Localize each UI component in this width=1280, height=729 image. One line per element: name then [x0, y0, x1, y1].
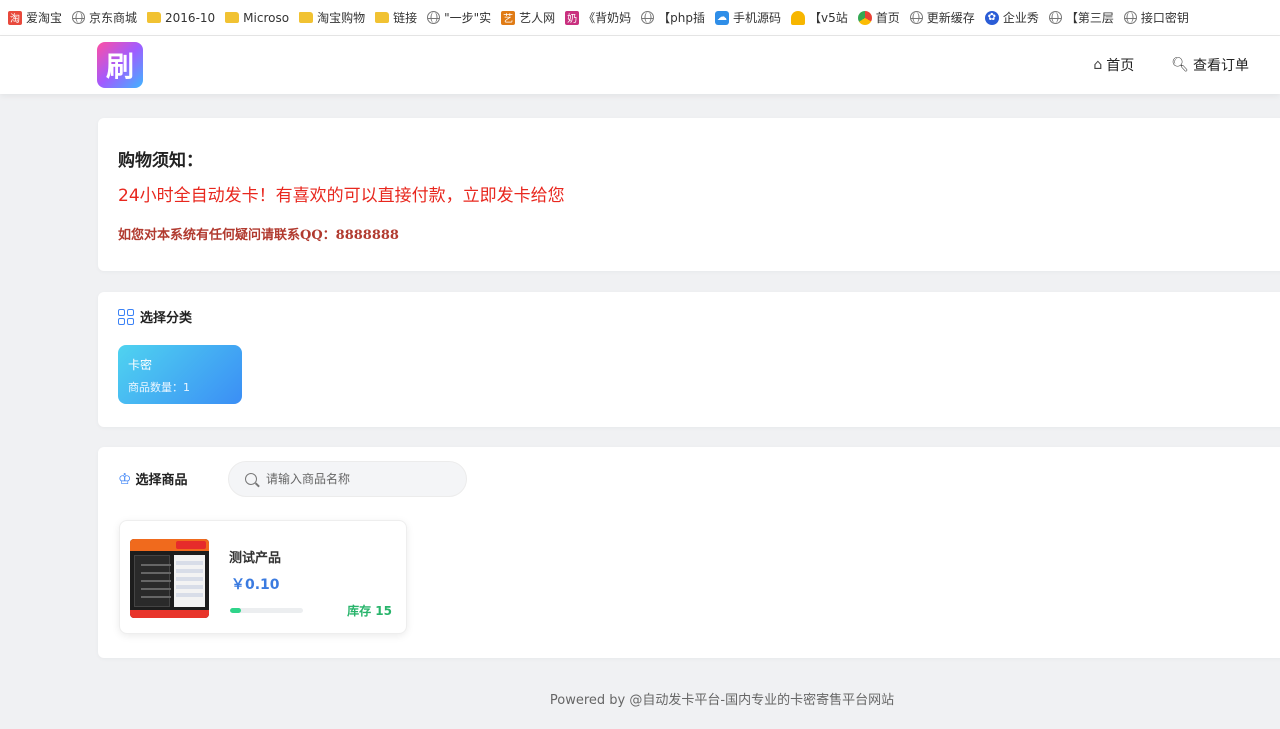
folder-icon	[225, 12, 240, 23]
notice-card: 购物须知： 24小时全自动发卡！有喜欢的可以直接付款，立即发卡给您 如您对本系统…	[98, 118, 1280, 271]
bookmark-item[interactable]: ☁ 手机源码	[715, 9, 781, 26]
bookmark-folder[interactable]: 链接	[375, 9, 417, 26]
bookmark-item[interactable]: 奶《背奶妈	[565, 9, 631, 26]
notice-message: 24小时全自动发卡！有喜欢的可以直接付款，立即发卡给您	[118, 186, 565, 206]
product-search-input[interactable]	[266, 472, 456, 486]
globe-icon	[427, 11, 441, 24]
trophy-icon	[791, 10, 806, 25]
nav-orders-label: 查看订单	[1193, 58, 1249, 74]
bookmark-folder[interactable]: 淘宝购物	[299, 9, 365, 26]
bookmark-item[interactable]: 【php插	[641, 9, 705, 26]
taobao-icon: 淘	[8, 10, 22, 25]
product-card[interactable]: 测试产品 ￥0.10 库存 15	[119, 520, 407, 634]
products-heading-label: 选择商品	[135, 473, 188, 488]
bookmark-item[interactable]: 接口密钥	[1123, 9, 1189, 26]
globe-icon	[909, 11, 923, 24]
folder-icon	[147, 12, 162, 23]
category-card: 选择分类 卡密 商品数量：1	[98, 292, 1280, 427]
bookmark-item[interactable]: 艺艺人网	[501, 9, 555, 26]
globe-icon	[641, 11, 655, 24]
notice-contact: 如您对本系统有任何疑问请联系QQ：8888888	[118, 228, 399, 243]
bookmark-item[interactable]: 淘爱淘宝	[8, 9, 62, 26]
bookmark-folder[interactable]: 2016-10	[147, 11, 215, 25]
product-price: ￥0.10	[231, 577, 280, 593]
category-count: 商品数量：1	[128, 381, 190, 394]
product-thumbnail	[130, 539, 209, 618]
notice-title: 购物须知：	[118, 151, 203, 171]
nav-home-label: 首页	[1106, 58, 1135, 74]
nav-home-link[interactable]: ⌂ 首页	[1093, 55, 1134, 75]
stock-progress-fill	[230, 608, 241, 613]
logo-text: 刷	[105, 50, 134, 83]
search-icon	[245, 473, 257, 485]
home-icon: ⌂	[1093, 57, 1103, 73]
category-name: 卡密	[128, 358, 153, 372]
colorful-circle-icon	[857, 10, 872, 25]
globe-icon	[72, 11, 86, 24]
bookmark-item[interactable]: 京东商城	[72, 9, 137, 26]
globe-icon	[1123, 11, 1137, 24]
yiren-icon: 艺	[501, 10, 516, 25]
bookmark-folder[interactable]: Microso	[225, 11, 289, 25]
category-heading-label: 选择分类	[140, 311, 193, 326]
bookmark-item[interactable]: "一步"实	[427, 9, 491, 26]
nav-orders-link[interactable]: 🔍︎ 查看订单	[1171, 55, 1249, 75]
grid-icon	[118, 308, 134, 325]
products-heading: ♔ 选择商品	[118, 469, 188, 489]
globe-icon	[1048, 11, 1062, 24]
product-stock: 库存 15	[347, 604, 392, 618]
stock-progress-bar	[230, 608, 303, 613]
search-icon: 🔍︎	[1171, 57, 1189, 73]
bookmarks-bar: 淘爱淘宝 京东商城 2016-10 Microso 淘宝购物 链接 "一步"实 …	[0, 0, 1280, 36]
bookmark-item[interactable]: 【v5站	[791, 9, 848, 26]
products-card: ♔ 选择商品 测试产品 ￥0.10	[98, 447, 1280, 658]
top-nav: ⌂ 首页 🔍︎ 查看订单	[1056, 36, 1249, 94]
paw-icon: ✿	[984, 10, 999, 25]
bookmark-item[interactable]: 【第三层	[1048, 9, 1114, 26]
pink-app-icon: 奶	[565, 10, 580, 25]
site-header: 刷 ⌂ 首页 🔍︎ 查看订单	[0, 36, 1280, 94]
product-search	[228, 461, 467, 497]
category-tile[interactable]: 卡密 商品数量：1	[118, 345, 242, 404]
footer-text: Powered by @自动发卡平台-国内专业的卡密寄售平台网站	[549, 693, 895, 708]
site-logo[interactable]: 刷	[97, 42, 143, 88]
bookmark-item[interactable]: 首页	[857, 9, 900, 26]
product-name: 测试产品	[229, 551, 282, 566]
folder-icon	[375, 12, 390, 23]
bookmark-item[interactable]: ✿ 企业秀	[984, 9, 1039, 26]
crown-icon: ♔	[118, 469, 132, 488]
bookmark-item[interactable]: 更新缓存	[909, 9, 975, 26]
category-heading: 选择分类	[118, 307, 192, 326]
cloud-icon: ☁	[715, 10, 730, 25]
folder-icon	[299, 12, 314, 23]
